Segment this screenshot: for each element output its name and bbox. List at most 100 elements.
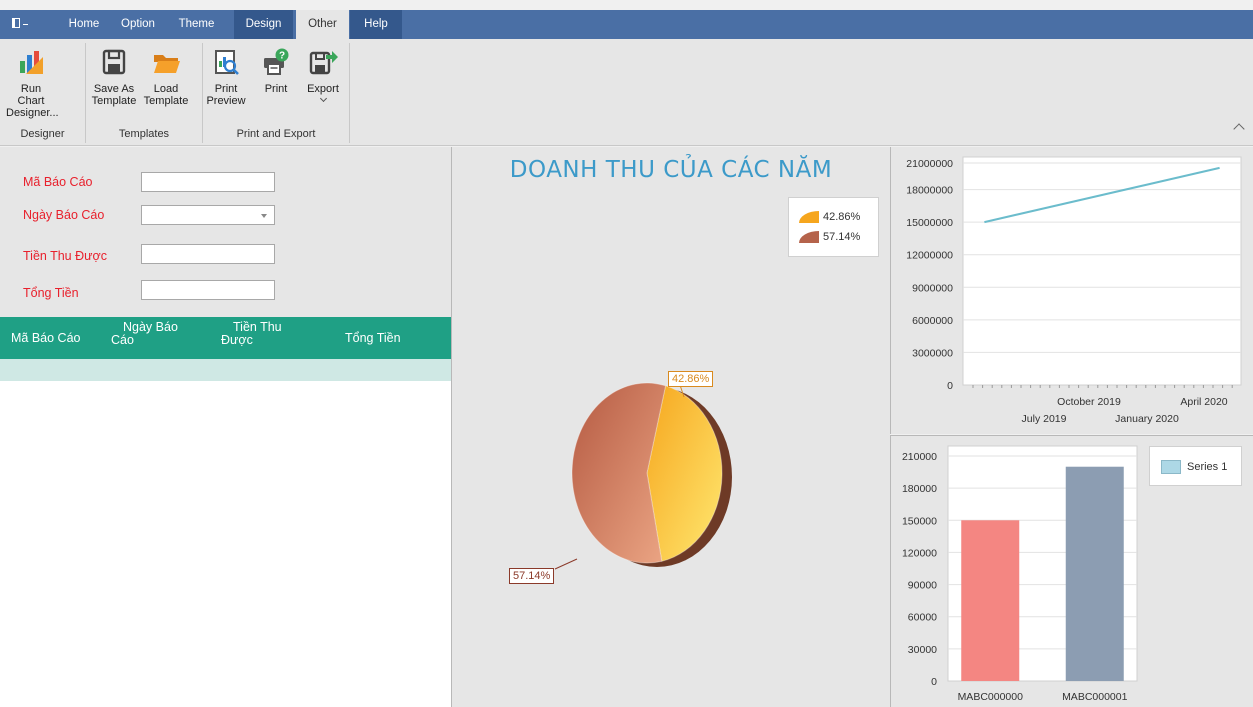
bar-legend-label: Series 1 xyxy=(1187,461,1228,473)
y-tick-label: 0 xyxy=(931,676,937,688)
ngay-bao-cao-label: Ngày Báo Cáo xyxy=(23,208,105,222)
x-tick-label: October 2019 xyxy=(1057,396,1121,408)
x-tick-label: MABC000000 xyxy=(958,691,1024,703)
column-header-label: Được xyxy=(221,333,253,347)
column-header-label: Ngày Báo xyxy=(123,320,178,334)
y-tick-label: 120000 xyxy=(902,547,937,559)
print-label: Print xyxy=(264,83,288,95)
legend-swatch xyxy=(799,231,819,244)
tab-other[interactable]: Other xyxy=(296,10,349,39)
x-tick-label: July 2019 xyxy=(1022,413,1067,425)
grid-empty-area xyxy=(0,381,451,707)
pie-legend-item: 57.14% xyxy=(799,231,861,244)
y-tick-label: 30000 xyxy=(908,644,937,656)
bar xyxy=(1065,466,1124,681)
app-menu-icon xyxy=(12,18,20,29)
export-label: Export xyxy=(307,83,339,95)
pie-data-label: 42.86% xyxy=(668,371,714,387)
pie-chart-panel: DOANH THU CỦA CÁC NĂM 42.86% 57.14% 42.8… xyxy=(452,147,890,707)
print-preview-icon xyxy=(215,50,239,75)
ngay-bao-cao-picker[interactable] xyxy=(141,205,275,225)
column-header-tong-tien[interactable]: Tổng Tiền xyxy=(345,332,401,345)
column-header-label: Tổng Tiền xyxy=(345,331,401,345)
column-header-ma-bao-cao[interactable]: Mã Báo Cáo xyxy=(11,332,80,345)
y-tick-label: 60000 xyxy=(908,612,937,624)
tien-thu-duoc-input[interactable] xyxy=(141,244,275,264)
ribbon-group-separator xyxy=(349,43,350,143)
y-tick-label: 210000 xyxy=(902,451,937,463)
load-template-button[interactable]: Load Template xyxy=(140,47,192,107)
export-dropdown-icon[interactable] xyxy=(319,94,327,103)
line-chart: 0 3000000 6000000 9000000 12000000 15000000 18… xyxy=(906,156,1242,425)
column-header-label: Cáo xyxy=(111,333,134,347)
y-tick-label: 90000 xyxy=(908,580,937,592)
tab-option[interactable]: Option xyxy=(112,10,164,39)
ma-bao-cao-label: Mã Báo Cáo xyxy=(23,175,93,189)
print-button[interactable]: ? Print xyxy=(256,47,296,95)
run-chart-designer-label-1: Run Chart xyxy=(17,83,45,107)
save-as-template-button[interactable]: Save As Template xyxy=(88,47,140,107)
y-tick-label: 21000000 xyxy=(906,158,953,170)
y-tick-label: 15000000 xyxy=(906,217,953,229)
tab-help[interactable]: Help xyxy=(350,10,402,39)
x-tick-label: MABC000001 xyxy=(1062,691,1128,703)
y-tick-label: 180000 xyxy=(902,483,937,495)
ma-bao-cao-input[interactable] xyxy=(141,172,275,192)
print-preview-label-2: Preview xyxy=(206,95,246,107)
folder-open-icon xyxy=(154,55,180,73)
y-tick-label: 3000000 xyxy=(912,347,953,359)
tab-home[interactable]: Home xyxy=(58,10,110,39)
pie-leader-line xyxy=(554,558,578,570)
ribbon: Run Chart Designer... Save As Template L… xyxy=(0,39,1253,146)
tong-tien-input[interactable] xyxy=(141,280,275,300)
save-as-template-label-1: Save As xyxy=(93,83,135,95)
load-template-label-1: Load xyxy=(153,83,179,95)
column-header-tien-thu-duoc[interactable]: Tiền Thu Được xyxy=(221,321,282,347)
run-chart-designer-button[interactable]: Run Chart Designer... xyxy=(6,47,59,119)
app-menu-dropdown-icon xyxy=(23,23,28,25)
group-label-print-export: Print and Export xyxy=(236,128,316,140)
dropdown-arrow-icon[interactable] xyxy=(261,214,267,218)
y-tick-label: 0 xyxy=(947,380,953,392)
pie-legend-label: 57.14% xyxy=(823,231,861,243)
pie-legend-item: 42.86% xyxy=(799,211,861,224)
ribbon-tab-bar: Home Option Theme Design Other Help xyxy=(0,10,1253,39)
print-preview-button[interactable]: Print Preview xyxy=(205,47,247,107)
pie-data-label: 57.14% xyxy=(509,568,555,584)
collapse-ribbon-icon[interactable] xyxy=(1233,123,1245,135)
plot-area xyxy=(962,156,1242,386)
column-header-label: Mã Báo Cáo xyxy=(11,331,81,345)
save-icon xyxy=(102,49,126,75)
column-header-label: Tiền Thu xyxy=(233,320,282,334)
bar-chart-panel: 0 30000 60000 90000 120000 150000 180000 210000… xyxy=(890,435,1253,707)
svg-text:?: ? xyxy=(279,51,285,62)
tab-design[interactable]: Design xyxy=(234,10,293,39)
pie-slices xyxy=(554,382,732,570)
x-tick-label: April 2020 xyxy=(1180,396,1227,408)
group-label-templates: Templates xyxy=(118,128,170,140)
tien-thu-duoc-label: Tiền Thu Được xyxy=(23,249,107,263)
y-tick-label: 12000000 xyxy=(906,250,953,262)
legend-swatch xyxy=(1161,460,1181,474)
app-menu-button[interactable] xyxy=(12,10,28,39)
table-row[interactable] xyxy=(0,359,451,381)
run-chart-designer-label-2: Designer... xyxy=(6,107,59,119)
app-window: Home Option Theme Design Other Help Run … xyxy=(0,0,1253,707)
load-template-label-2: Template xyxy=(143,95,189,107)
pie-legend: 42.86% 57.14% xyxy=(788,197,879,257)
x-tick-label: January 2020 xyxy=(1115,413,1179,425)
chart-designer-icon xyxy=(20,51,43,74)
export-button[interactable]: Export xyxy=(303,47,343,103)
print-help-icon: ? xyxy=(264,48,289,75)
legend-swatch xyxy=(799,211,819,224)
pie-legend-label: 42.86% xyxy=(823,211,861,223)
group-label-designer: Designer xyxy=(20,128,65,140)
save-as-template-label-2: Template xyxy=(91,95,137,107)
column-header-ngay-bao-cao[interactable]: Ngày Báo Cáo xyxy=(111,321,178,347)
y-tick-label: 6000000 xyxy=(912,315,953,327)
y-tick-label: 150000 xyxy=(902,515,937,527)
tab-theme[interactable]: Theme xyxy=(169,10,224,39)
bar xyxy=(961,520,1020,681)
report-form: Mã Báo Cáo Ngày Báo Cáo Tiền Thu Được Tổ… xyxy=(0,147,451,317)
export-icon xyxy=(309,51,338,75)
